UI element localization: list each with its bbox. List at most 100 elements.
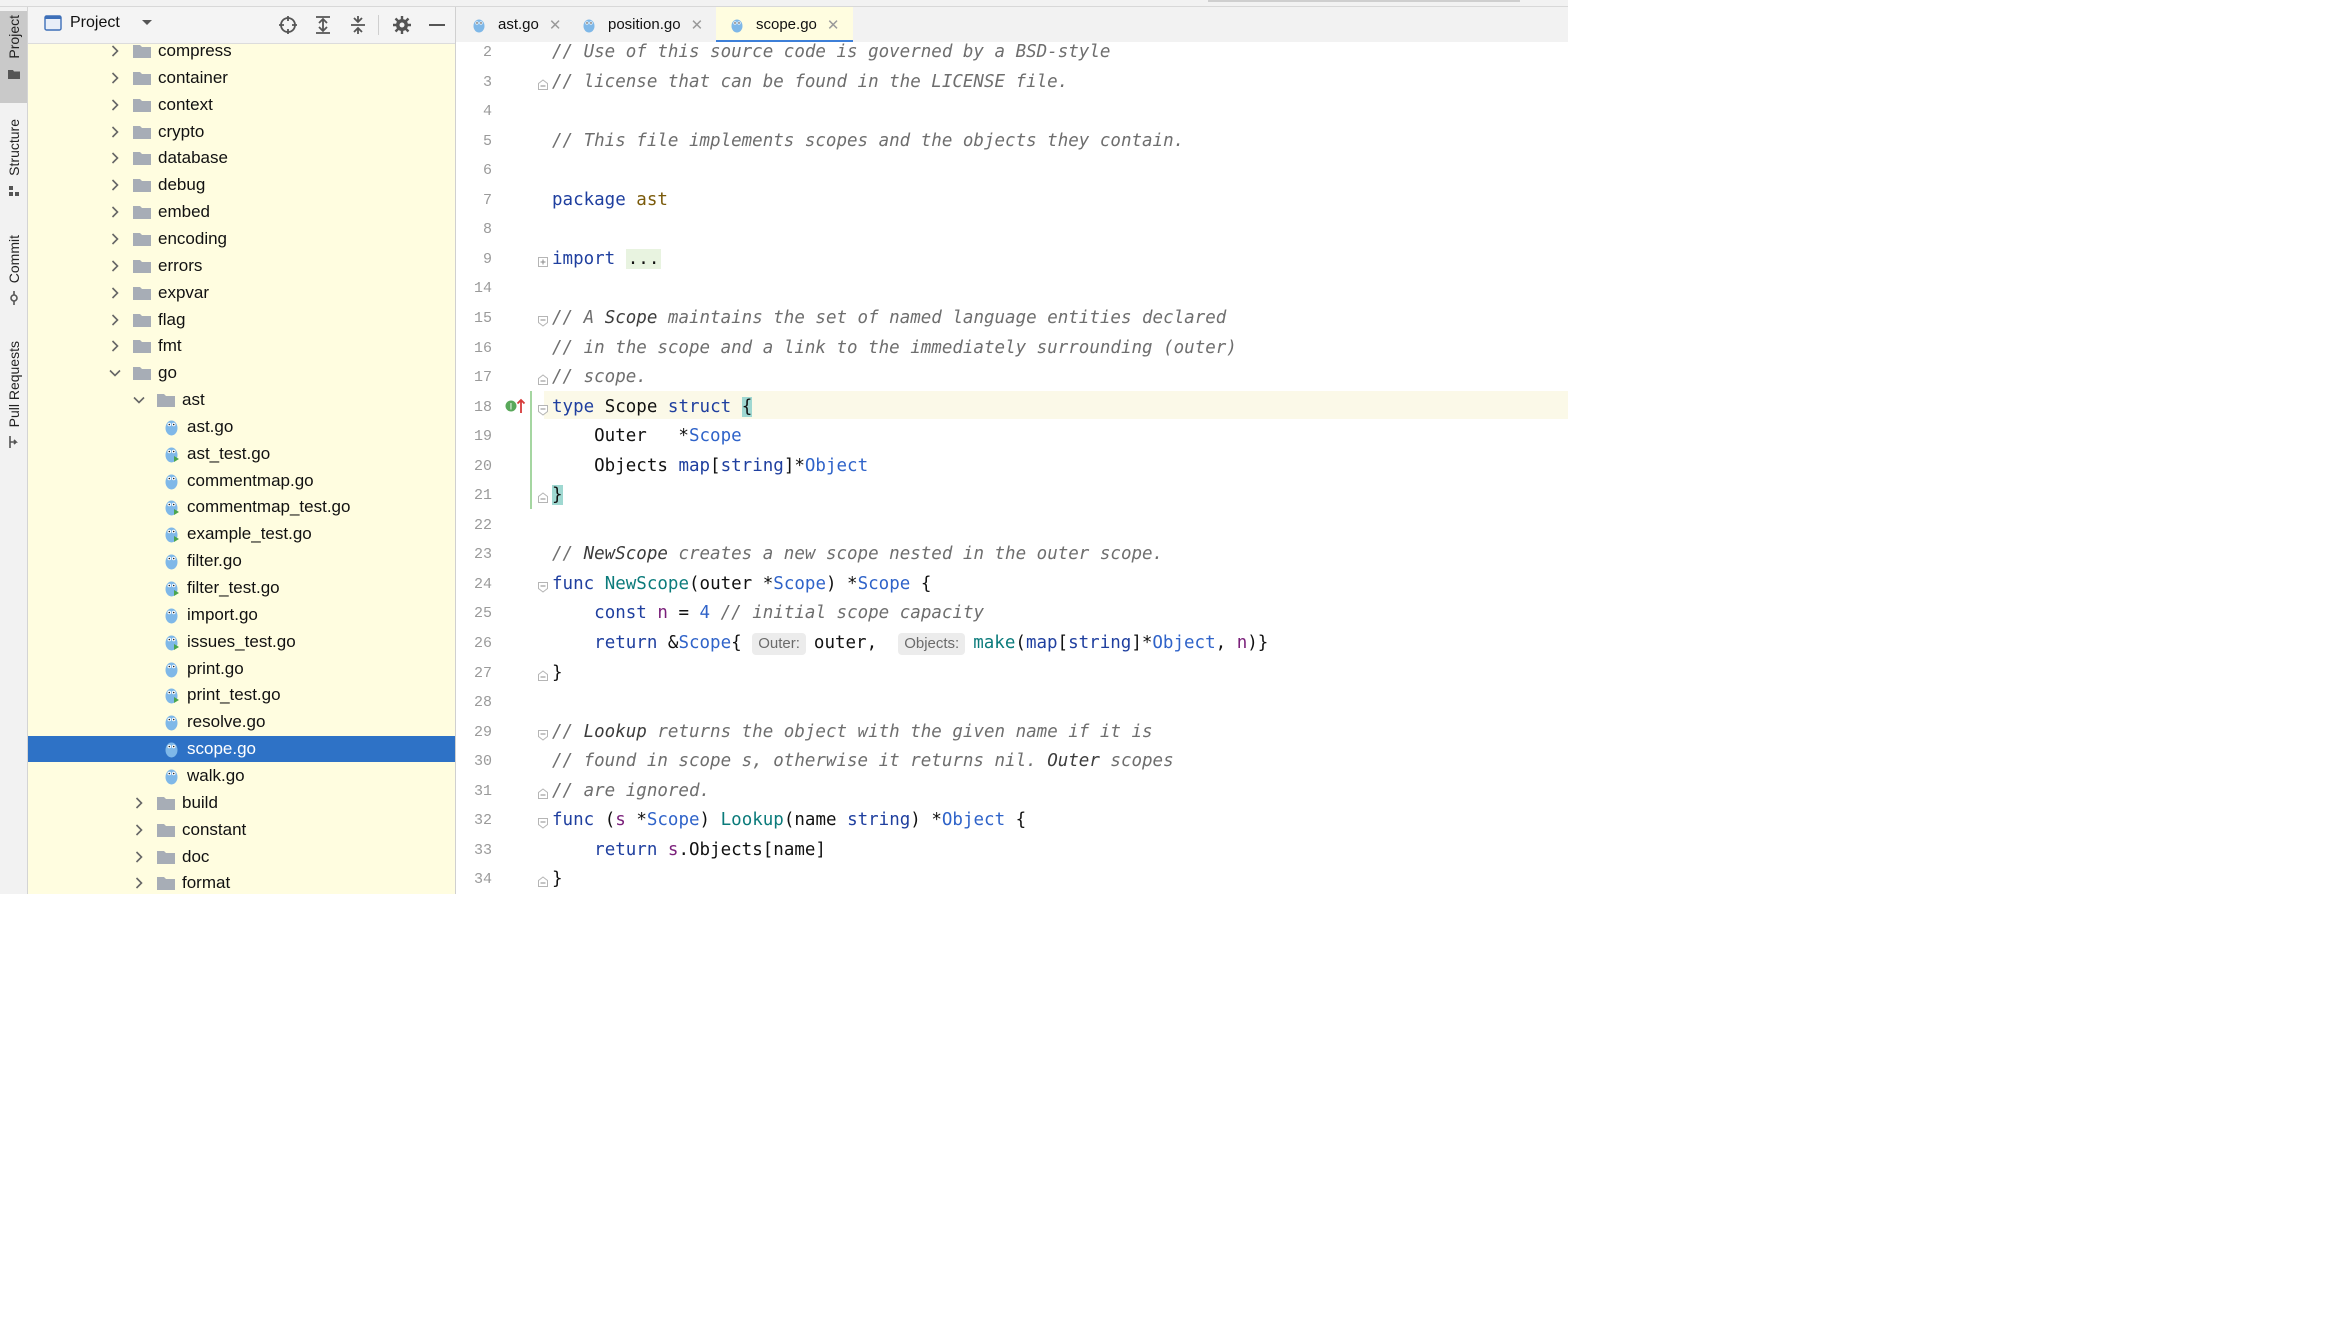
tool-tab-structure[interactable]: Structure (0, 115, 27, 219)
tree-folder-item[interactable]: compress (28, 38, 455, 64)
settings-button[interactable] (391, 14, 413, 36)
tree-folder-item[interactable]: go (28, 360, 455, 386)
code-line[interactable]: // license that can be found in the LICE… (552, 70, 1068, 94)
close-icon[interactable]: ✕ (691, 16, 704, 34)
fold-marker-icon[interactable] (538, 374, 548, 386)
chevron-right-icon[interactable] (108, 286, 122, 300)
tree-file-item[interactable]: resolve.go (28, 709, 455, 735)
tree-file-item[interactable]: example_test.go (28, 521, 455, 547)
chevron-down-icon[interactable] (132, 393, 146, 407)
chevron-right-icon[interactable] (132, 850, 146, 864)
code-line[interactable]: } (552, 867, 563, 891)
tree-folder-item[interactable]: build (28, 790, 455, 816)
close-icon[interactable]: ✕ (827, 16, 840, 34)
tab-ast-go[interactable]: ast.go ✕ (472, 7, 571, 42)
fold-expand-icon[interactable] (538, 256, 548, 268)
tree-file-item[interactable]: commentmap.go (28, 468, 455, 494)
code-line[interactable]: const n = 4 // initial scope capacity (552, 601, 984, 625)
fold-marker-icon[interactable] (538, 581, 548, 593)
code-line[interactable]: } (552, 661, 563, 685)
code-line[interactable]: Outer *Scope (552, 424, 742, 448)
tree-file-item[interactable]: commentmap_test.go (28, 494, 455, 520)
code-line[interactable]: // found in scope s, otherwise it return… (552, 749, 1174, 773)
tree-folder-item[interactable]: flag (28, 307, 455, 333)
fold-marker-icon[interactable] (538, 669, 548, 682)
tree-folder-item[interactable]: context (28, 92, 455, 118)
close-icon[interactable]: ✕ (549, 16, 562, 34)
chevron-down-icon[interactable] (140, 16, 154, 30)
fold-marker-icon[interactable] (538, 729, 548, 741)
chevron-right-icon[interactable] (108, 232, 122, 246)
tree-folder-item[interactable]: encoding (28, 226, 455, 252)
tab-scope-go[interactable]: scope.go ✕ (716, 7, 854, 43)
code-line[interactable]: // NewScope creates a new scope nested i… (552, 542, 1163, 566)
chevron-right-icon[interactable] (108, 98, 122, 112)
code-line[interactable]: // Lookup returns the object with the gi… (552, 720, 1153, 744)
code-editor[interactable]: 2 3 4 5 6 7 8 9 14 15 16 17 18 19 20 21 22 23 24 25 26 27 28 29… (456, 42, 1568, 894)
tree-file-item[interactable]: scope.go (28, 736, 455, 763)
tree-file-item[interactable]: filter.go (28, 548, 455, 574)
locate-button[interactable] (277, 14, 299, 36)
chevron-right-icon[interactable] (132, 876, 146, 890)
chevron-right-icon[interactable] (108, 339, 122, 353)
tool-tab-project[interactable]: Project (0, 11, 27, 103)
tree-folder-item[interactable]: embed (28, 199, 455, 225)
tree-file-item[interactable]: print.go (28, 656, 455, 682)
implemented-interface-icon[interactable]: I (504, 397, 526, 415)
chevron-right-icon[interactable] (108, 71, 122, 85)
tree-file-item[interactable]: print_test.go (28, 682, 455, 708)
chevron-right-icon[interactable] (108, 205, 122, 219)
code-line[interactable]: // scope. (552, 365, 647, 389)
chevron-right-icon[interactable] (108, 178, 122, 192)
fold-marker-icon[interactable] (538, 78, 548, 91)
chevron-right-icon[interactable] (132, 796, 146, 810)
code-line[interactable]: func (s *Scope) Lookup(name string) *Obj… (552, 808, 1026, 832)
tree-folder-item[interactable]: ast (28, 387, 455, 413)
fold-marker-icon[interactable] (538, 788, 548, 800)
tree-folder-item[interactable]: debug (28, 172, 455, 198)
tree-folder-item[interactable]: constant (28, 817, 455, 843)
tool-tab-pull-requests[interactable]: Pull Requests (0, 337, 27, 469)
code-line[interactable]: // are ignored. (552, 779, 710, 803)
fold-marker-icon[interactable] (538, 492, 548, 504)
tool-tab-commit[interactable]: Commit (0, 231, 27, 321)
tree-folder-item[interactable]: errors (28, 253, 455, 279)
code-line[interactable]: import ... (552, 247, 662, 271)
chevron-right-icon[interactable] (132, 823, 146, 837)
tree-file-item[interactable]: walk.go (28, 763, 455, 789)
fold-marker-icon[interactable] (538, 876, 548, 888)
code-line[interactable]: // in the scope and a link to the immedi… (552, 336, 1237, 360)
chevron-right-icon[interactable] (108, 313, 122, 327)
tree-file-item[interactable]: filter_test.go (28, 575, 455, 601)
tree-folder-item[interactable]: crypto (28, 119, 455, 145)
code-line[interactable]: } (552, 483, 563, 507)
chevron-right-icon[interactable] (108, 259, 122, 273)
chevron-down-icon[interactable] (108, 366, 122, 380)
code-line[interactable]: Objects map[string]*Object (552, 454, 868, 478)
tree-folder-item[interactable]: container (28, 65, 455, 91)
chevron-right-icon[interactable] (108, 151, 122, 165)
code-line[interactable]: func NewScope(outer *Scope) *Scope { (552, 572, 931, 596)
code-line[interactable]: // This file implements scopes and the o… (552, 129, 1184, 153)
code-line[interactable]: // Use of this source code is governed b… (552, 42, 1110, 64)
tree-file-item[interactable]: issues_test.go (28, 629, 455, 655)
tree-file-item[interactable]: ast.go (28, 414, 455, 440)
code-line[interactable]: // A Scope maintains the set of named la… (552, 306, 1226, 330)
fold-marker-icon[interactable] (538, 817, 548, 829)
code-line[interactable]: return &Scope{ Outer: outer, Objects: make… (552, 631, 1268, 655)
tree-folder-item[interactable]: fmt (28, 333, 455, 359)
tree-folder-item[interactable]: format (28, 870, 455, 894)
tree-folder-item[interactable]: expvar (28, 280, 455, 306)
vcs-change-marker[interactable] (530, 391, 532, 509)
fold-marker-icon[interactable] (538, 315, 548, 327)
chevron-right-icon[interactable] (108, 125, 122, 139)
code-line[interactable]: package ast (552, 188, 668, 212)
collapse-all-button[interactable] (347, 14, 369, 36)
code-area[interactable]: // Use of this source code is governed b… (552, 42, 1568, 894)
minimize-button[interactable] (426, 14, 448, 36)
code-line[interactable]: type Scope struct { (552, 395, 753, 419)
tree-file-item[interactable]: import.go (28, 602, 455, 628)
chevron-right-icon[interactable] (108, 44, 122, 58)
tree-file-item[interactable]: ast_test.go (28, 441, 455, 467)
tree-folder-item[interactable]: database (28, 145, 455, 171)
